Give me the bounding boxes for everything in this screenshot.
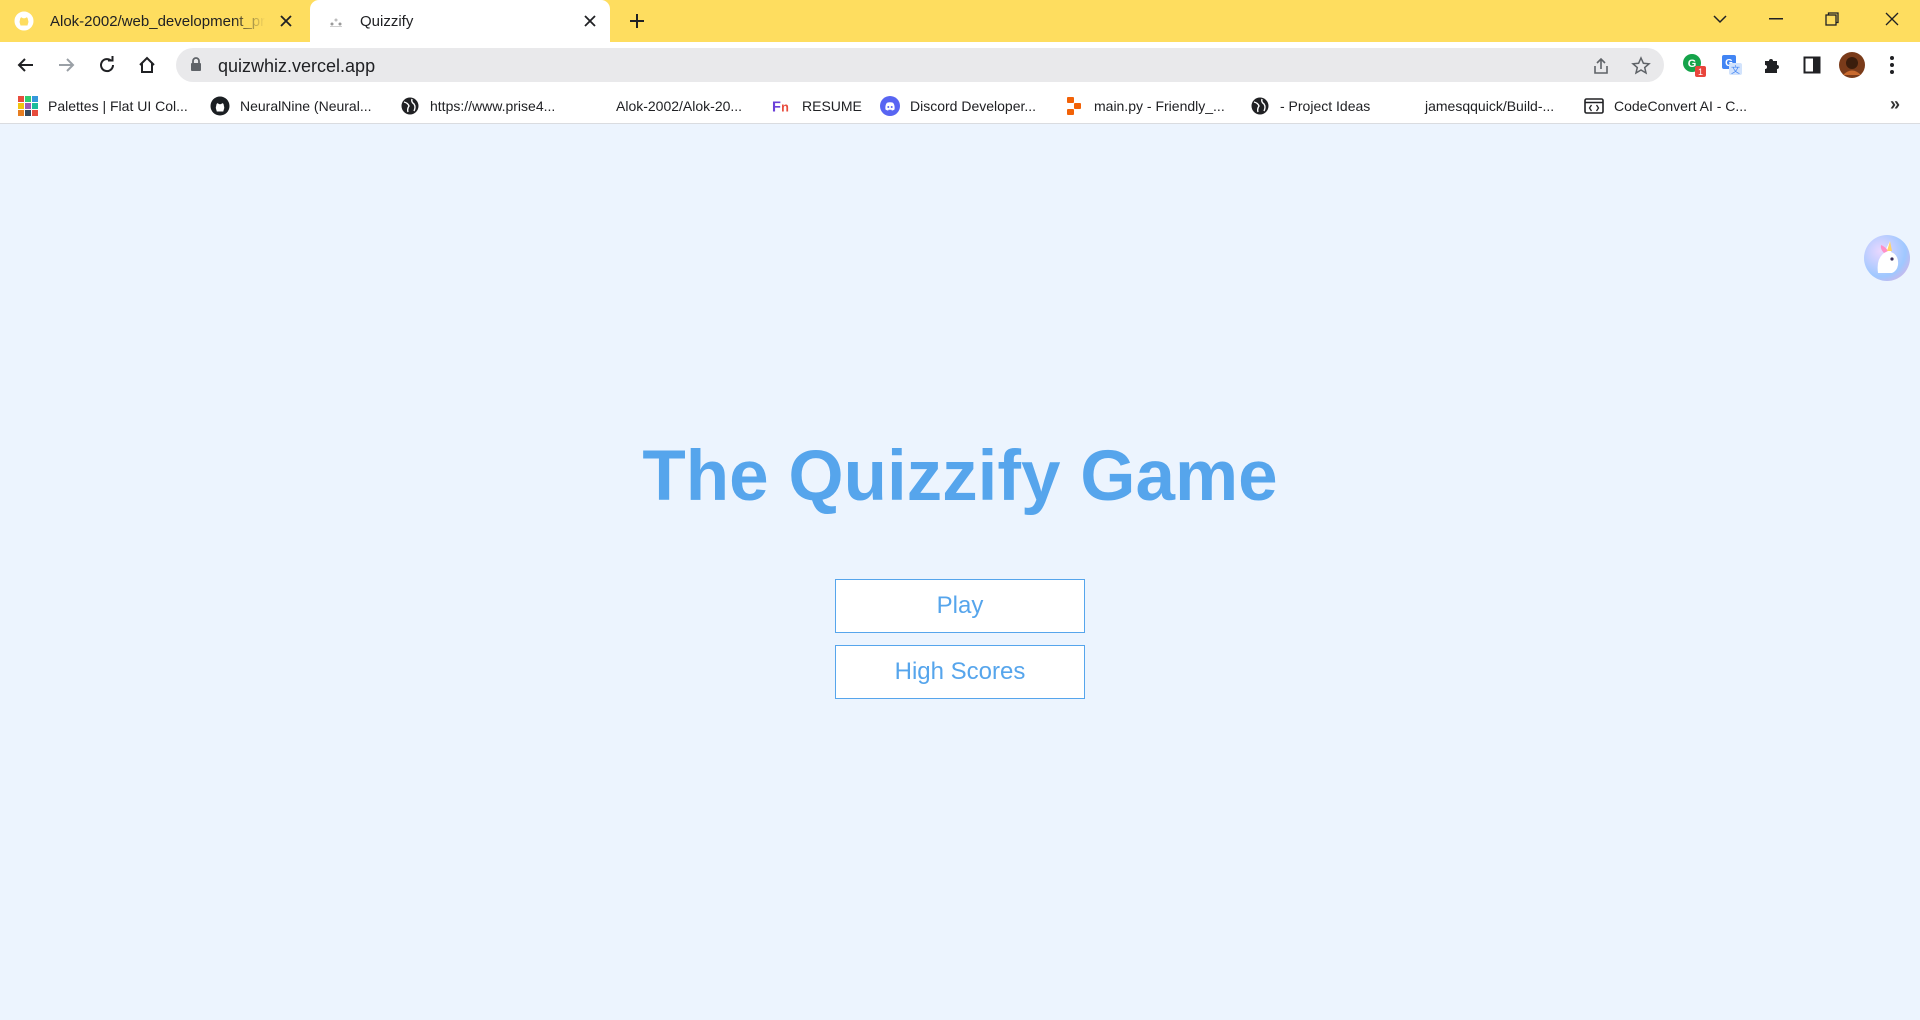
profile-avatar[interactable] — [1838, 51, 1866, 79]
play-button[interactable]: Play — [835, 579, 1085, 633]
tab-title: Quizzify — [360, 12, 414, 30]
back-icon[interactable] — [10, 49, 42, 81]
forward-icon[interactable] — [50, 49, 82, 81]
close-icon[interactable] — [580, 11, 600, 31]
svg-text:文: 文 — [1731, 64, 1740, 75]
page-content: The Quizzify Game Play High Scores — [0, 125, 1920, 1020]
bookmark-label: main.py - Friendly_... — [1094, 98, 1225, 114]
tab-strip: Alok-2002/web_development_pr Quizzify — [0, 0, 1920, 42]
bookmarks-bar: Palettes | Flat UI Col... NeuralNine (Ne… — [0, 88, 1920, 124]
address-bar[interactable]: quizwhiz.vercel.app — [176, 48, 1664, 82]
close-window-icon[interactable] — [1864, 0, 1920, 38]
globe-icon — [400, 96, 420, 116]
replit-icon — [1064, 96, 1084, 116]
bookmark-discord[interactable]: Discord Developer... — [880, 94, 1036, 118]
bookmark-label: Palettes | Flat UI Col... — [48, 98, 188, 114]
bookmark-label: Discord Developer... — [910, 98, 1037, 114]
bookmark-label: https://www.prise4... — [430, 98, 556, 114]
bookmark-codeconvert[interactable]: CodeConvert AI - C... — [1584, 94, 1747, 118]
bookmark-neuralnine[interactable]: NeuralNine (Neural... — [210, 94, 372, 118]
url-text: quizwhiz.vercel.app — [218, 56, 376, 76]
minimize-icon[interactable] — [1748, 0, 1804, 38]
tab-quizzify[interactable]: Quizzify — [310, 0, 610, 42]
bookmark-jamesqquick[interactable]: jamesqquick/Build-... — [1425, 94, 1554, 118]
bookmark-star-icon[interactable] — [1628, 53, 1654, 79]
discord-icon — [880, 96, 900, 116]
bookmarks-overflow-icon[interactable]: » — [1890, 94, 1900, 115]
fn-icon: Fn — [772, 96, 792, 116]
home-icon[interactable] — [131, 49, 163, 81]
github-icon — [210, 96, 230, 116]
bookmark-palettes[interactable]: Palettes | Flat UI Col... — [18, 94, 188, 118]
close-icon[interactable] — [276, 11, 296, 31]
tab-search-icon[interactable] — [1692, 0, 1748, 38]
extension-badge: 1 — [1698, 67, 1703, 77]
browser-toolbar: quizwhiz.vercel.app G1 G文 — [0, 42, 1920, 88]
extension-grammarly-icon[interactable]: G1 — [1680, 51, 1708, 79]
tab-title: Alok-2002/web_development_pr — [50, 12, 265, 30]
unicorn-avatar-icon[interactable] — [1864, 235, 1910, 281]
reload-icon[interactable] — [91, 49, 123, 81]
code-window-icon — [1584, 96, 1604, 116]
page-title: The Quizzify Game — [642, 437, 1278, 516]
restore-icon[interactable] — [1804, 0, 1860, 38]
bookmark-label: Alok-2002/Alok-20... — [616, 98, 743, 114]
translate-icon[interactable]: G文 — [1718, 51, 1746, 79]
bookmark-label: CodeConvert AI - C... — [1614, 98, 1748, 114]
menu-kebab-icon[interactable] — [1878, 51, 1906, 79]
side-panel-icon[interactable] — [1798, 51, 1826, 79]
bookmark-label: RESUME — [802, 98, 862, 114]
bookmark-project-ideas[interactable]: - Project Ideas — [1250, 94, 1370, 118]
bookmark-alok[interactable]: Alok-2002/Alok-20... — [616, 94, 742, 118]
bookmark-label: NeuralNine (Neural... — [240, 98, 372, 114]
bookmark-prise4[interactable]: https://www.prise4... — [400, 94, 555, 118]
github-icon — [14, 11, 34, 31]
quizzify-favicon — [326, 11, 346, 31]
tab-github[interactable]: Alok-2002/web_development_pr — [14, 0, 306, 42]
new-tab-icon[interactable] — [624, 8, 650, 34]
svg-text:F: F — [772, 99, 781, 115]
svg-text:n: n — [781, 99, 789, 114]
extensions-puzzle-icon[interactable] — [1758, 51, 1786, 79]
bookmark-replit[interactable]: main.py - Friendly_... — [1064, 94, 1225, 118]
share-icon[interactable] — [1588, 53, 1614, 79]
bookmark-label: jamesqquick/Build-... — [1425, 98, 1555, 114]
globe-icon — [1250, 96, 1270, 116]
lock-icon[interactable] — [190, 57, 202, 76]
bookmark-label: - Project Ideas — [1280, 98, 1371, 114]
svg-text:G: G — [1688, 58, 1697, 70]
palette-icon — [18, 96, 38, 116]
high-scores-button[interactable]: High Scores — [835, 645, 1085, 699]
bookmark-resume[interactable]: Fn RESUME — [772, 94, 862, 118]
